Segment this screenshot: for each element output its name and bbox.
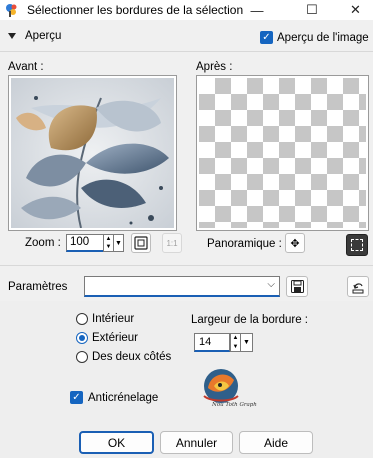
preview-section-toggle[interactable]: Aperçu [8, 30, 61, 42]
zoom-fit-icon [134, 236, 148, 250]
radio-indicator-selected [76, 332, 88, 344]
show-image-preview-checkbox[interactable]: ✓ Aperçu de l'image [260, 31, 369, 44]
reset-icon [352, 282, 364, 293]
before-preview[interactable] [8, 75, 177, 231]
antialias-label: Anticrénelage [88, 391, 159, 404]
both-sides-label: Des deux côtés [92, 351, 172, 363]
maximize-button[interactable]: ☐ [289, 0, 335, 20]
marquee-selection-icon [351, 239, 363, 251]
zoom-spinner[interactable]: ▲ ▼ [103, 234, 114, 252]
ok-button[interactable]: OK [79, 431, 154, 454]
actual-size-icon: 1:1 [166, 238, 178, 248]
zoom-actual-size-button[interactable]: 1:1 [162, 233, 182, 253]
after-preview[interactable] [196, 75, 369, 231]
move-arrows-icon: ✥ [290, 237, 300, 250]
pan-label: Panoramique : [207, 238, 282, 250]
after-label: Après : [196, 61, 233, 73]
paintshop-app-icon [5, 3, 19, 17]
outside-radio[interactable]: Extérieur [76, 332, 138, 344]
antialias-checkbox[interactable]: ✓ Anticrénelage [70, 391, 158, 404]
help-button[interactable]: Aide [239, 431, 313, 454]
outside-label: Extérieur [92, 332, 139, 344]
reset-button[interactable] [347, 276, 369, 297]
zoom-fit-button[interactable] [131, 233, 151, 253]
selection-preview-button[interactable] [346, 234, 368, 256]
spin-up-icon[interactable]: ▲ [233, 335, 239, 341]
leaf-artwork-image [11, 78, 174, 229]
inside-label: Intérieur [92, 313, 135, 325]
transparency-checkerboard [199, 78, 366, 228]
close-button[interactable]: ✕ [338, 0, 373, 20]
border-width-dropdown-button[interactable]: ▼ [241, 333, 253, 352]
show-image-preview-label: Aperçu de l'image [277, 31, 369, 44]
spin-down-icon[interactable]: ▼ [106, 244, 112, 250]
chevron-down-icon: ⌵ [267, 279, 275, 290]
radio-indicator [76, 351, 88, 363]
chevron-down-icon: ▼ [243, 339, 250, 346]
zoom-label: Zoom : [25, 237, 61, 249]
preset-combobox[interactable]: ⌵ [84, 276, 280, 297]
checkmark-icon: ✓ [260, 31, 273, 44]
preview-section-label: Aperçu [25, 30, 62, 42]
spin-up-icon[interactable]: ▲ [106, 236, 112, 242]
before-label: Avant : [8, 61, 44, 73]
params-label: Paramètres [8, 281, 68, 293]
minimize-button[interactable]: — [234, 0, 280, 20]
divider [0, 265, 373, 266]
zoom-dropdown-button[interactable]: ▼ [114, 234, 124, 252]
window-title: Sélectionner les bordures de la sélectio… [27, 3, 244, 17]
border-width-spinner[interactable]: ▲ ▼ [230, 333, 241, 352]
cancel-button[interactable]: Annuler [160, 431, 233, 454]
save-preset-button[interactable] [286, 276, 308, 297]
divider [0, 51, 373, 52]
border-width-input[interactable]: 14 [194, 333, 230, 352]
pan-button[interactable]: ✥ [285, 233, 305, 253]
checkmark-icon: ✓ [70, 391, 83, 404]
title-bar: Sélectionner les bordures de la sélectio… [0, 0, 373, 20]
spin-down-icon[interactable]: ▼ [233, 344, 239, 350]
both-sides-radio[interactable]: Des deux côtés [76, 351, 171, 363]
zoom-input[interactable]: 100 [66, 234, 104, 252]
radio-indicator [76, 313, 88, 325]
inside-radio[interactable]: Intérieur [76, 313, 134, 325]
chevron-down-icon: ▼ [115, 239, 122, 247]
watermark-text: Nou Toth Graph [212, 402, 257, 408]
border-width-label: Largeur de la bordure : [191, 314, 308, 326]
collapse-triangle-icon [8, 33, 16, 39]
floppy-save-icon [290, 280, 304, 293]
